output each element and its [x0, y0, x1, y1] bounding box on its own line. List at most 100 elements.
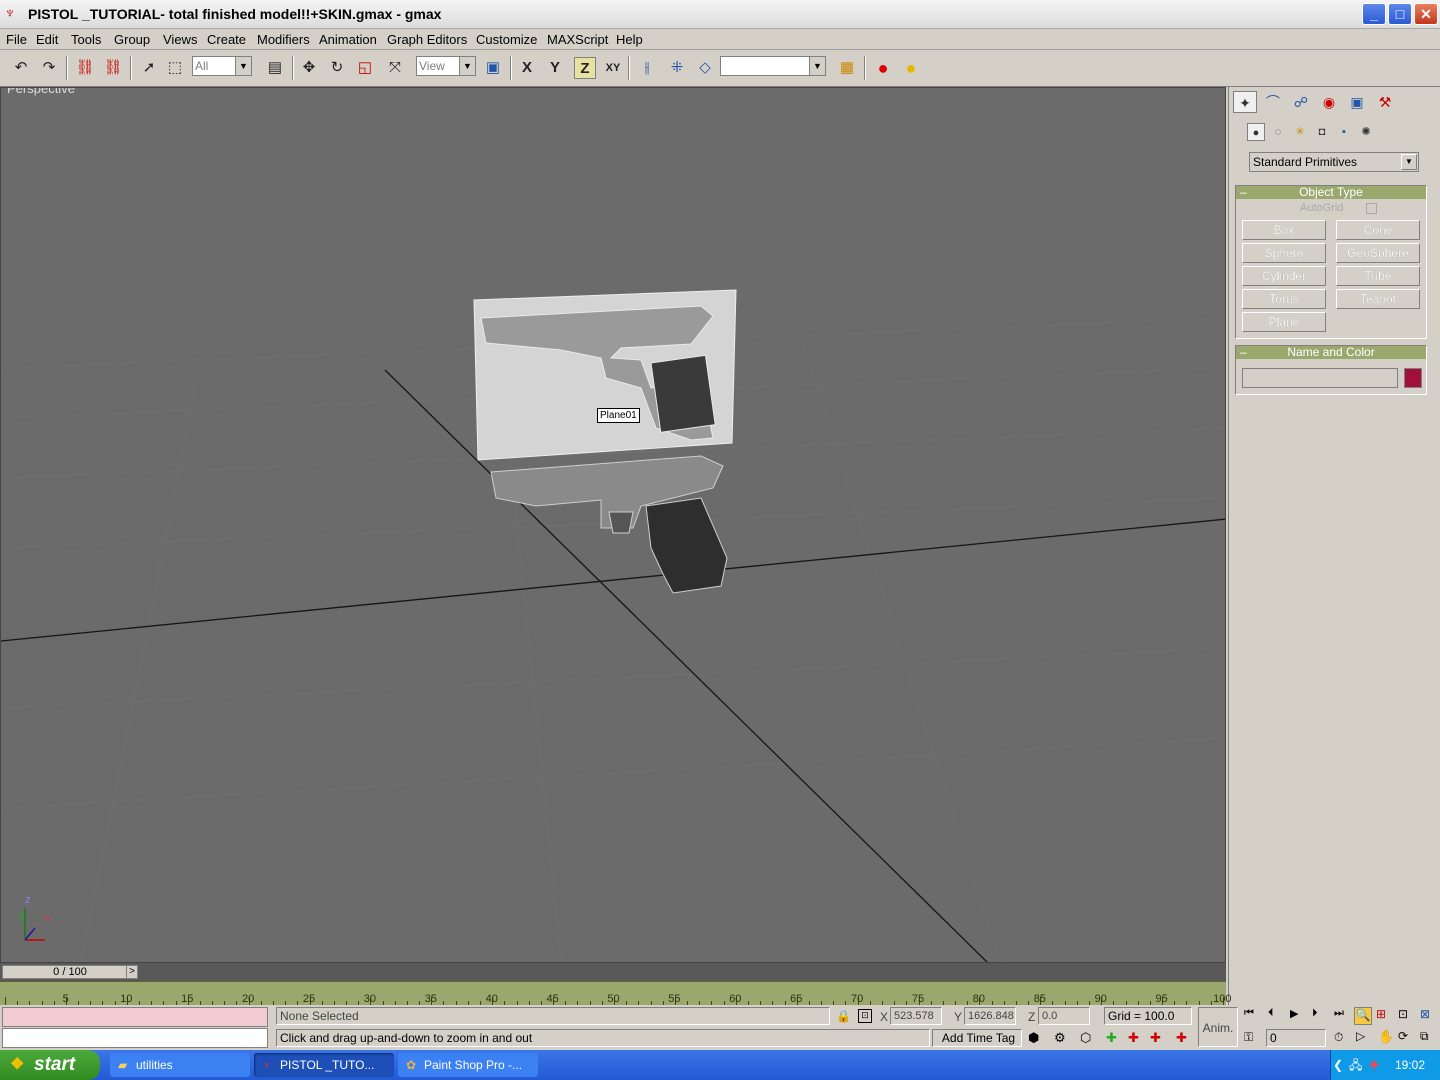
task-paint-shop-pro[interactable]: ✿ Paint Shop Pro -... — [398, 1053, 538, 1077]
menu-animation[interactable]: Animation — [319, 32, 377, 47]
go-to-start-icon[interactable]: ⏮ — [1244, 1007, 1254, 1020]
torus-button[interactable]: Torus — [1242, 289, 1326, 309]
menu-help[interactable]: Help — [616, 32, 643, 47]
mirror-snap-icon[interactable]: ✚ — [1150, 1030, 1161, 1046]
named-selection-dropdown[interactable]: ▼ — [720, 56, 826, 76]
clock[interactable]: 19:02 — [1395, 1050, 1425, 1080]
region-select-icon[interactable]: ⬚ — [164, 57, 186, 79]
autogrid-checkbox[interactable] — [1366, 203, 1377, 214]
time-config-icon[interactable]: ⏱ — [1334, 1030, 1343, 1045]
geosphere-button[interactable]: GeoSphere — [1336, 243, 1420, 263]
close-button[interactable]: ✕ — [1414, 3, 1438, 25]
object-name-field[interactable] — [1242, 368, 1398, 388]
unlink-icon[interactable]: ⛓ — [102, 57, 124, 79]
y-coordinate-field[interactable]: 1626.848 — [964, 1007, 1016, 1025]
plane-button[interactable]: Plane — [1242, 312, 1326, 332]
create-tab-icon[interactable]: ✦ — [1233, 91, 1257, 113]
hierarchy-tab-icon[interactable]: ☍ — [1289, 91, 1313, 113]
go-to-end-icon[interactable]: ⏭ — [1334, 1007, 1344, 1020]
time-slider-track[interactable]: < 0 / 100 > — [0, 963, 1226, 981]
material-editor-icon[interactable]: ● — [872, 57, 894, 79]
task-utilities[interactable]: ▰ utilities — [110, 1053, 250, 1077]
add-time-tag-button[interactable]: Add Time Tag — [932, 1029, 1022, 1047]
network-icon[interactable]: 🖧 — [1349, 1050, 1362, 1080]
zoom-extents-icon[interactable]: ⊡ — [1398, 1007, 1408, 1021]
sphere-button[interactable]: Sphere — [1242, 243, 1326, 263]
zoom-icon[interactable]: 🔍 — [1354, 1007, 1372, 1025]
prev-key-icon[interactable]: ⏴ — [1268, 1007, 1274, 1020]
security-icon[interactable]: ✚ — [1369, 1050, 1379, 1080]
undo-icon[interactable]: ↶ — [10, 57, 32, 79]
key-mode-icon[interactable]: ⚿ — [1244, 1030, 1253, 1045]
menu-maxscript[interactable]: MAXScript — [547, 32, 608, 47]
redo-icon[interactable]: ↷ — [38, 57, 60, 79]
mirror-icon[interactable]: ⫲ — [636, 57, 658, 79]
shapes-icon[interactable]: ◌ — [1269, 123, 1287, 141]
zoom-extents-all-icon[interactable]: ⊠ — [1420, 1007, 1430, 1021]
zoom-all-icon[interactable]: ⊞ — [1376, 1007, 1386, 1021]
z-coordinate-field[interactable]: 0.0 — [1038, 1007, 1090, 1025]
axis-y-button[interactable]: Y — [544, 57, 566, 79]
layer-manager-icon[interactable]: ▦ — [836, 57, 858, 79]
menu-file[interactable]: File — [6, 32, 27, 47]
select-object-icon[interactable]: ➚ — [138, 57, 160, 79]
primitive-category-dropdown[interactable]: Standard Primitives ▼ — [1249, 152, 1419, 172]
helpers-icon[interactable]: ▪ — [1335, 123, 1353, 141]
array-icon[interactable]: ⁜ — [666, 57, 688, 79]
cone-button[interactable]: Cone — [1336, 220, 1420, 240]
object-type-header[interactable]: – Object Type — [1236, 186, 1426, 199]
object-color-swatch[interactable] — [1404, 368, 1422, 388]
lights-icon[interactable]: ✳ — [1291, 123, 1309, 141]
maxscript-input-mini[interactable] — [2, 1028, 268, 1048]
lock-selection-icon[interactable]: 🔒 — [836, 1009, 851, 1023]
maximize-button[interactable]: □ — [1388, 3, 1412, 25]
next-key-icon[interactable]: ⏵ — [1312, 1007, 1318, 1020]
menu-modifiers[interactable]: Modifiers — [257, 32, 310, 47]
snap-3d-icon[interactable]: ⬢ — [1028, 1030, 1039, 1046]
menu-create[interactable]: Create — [207, 32, 246, 47]
select-and-link-icon[interactable]: ⛓ — [74, 57, 96, 79]
spacewarps-icon[interactable]: ✺ — [1357, 123, 1375, 141]
maxscript-listener-mini[interactable] — [2, 1007, 268, 1027]
scale-icon[interactable]: ◱ — [354, 57, 376, 79]
spinner-snap-icon[interactable]: ✚ — [1106, 1030, 1117, 1046]
teapot-button[interactable]: Teapot — [1336, 289, 1420, 309]
next-frame-icon[interactable]: > — [126, 965, 138, 979]
task-pistol-gmax[interactable]: ♆ PISTOL _TUTO... — [254, 1053, 394, 1077]
menu-group[interactable]: Group — [114, 32, 150, 47]
axis-z-button[interactable]: Z — [574, 57, 596, 79]
name-and-color-header[interactable]: – Name and Color — [1236, 346, 1426, 359]
axis-x-button[interactable]: X — [516, 57, 538, 79]
selection-filter-dropdown[interactable]: All ▼ — [192, 56, 252, 76]
menu-edit[interactable]: Edit — [36, 32, 58, 47]
box-button[interactable]: Box — [1242, 220, 1326, 240]
maximize-viewport-icon[interactable]: ⧉ — [1420, 1029, 1429, 1044]
menu-graph-editors[interactable]: Graph Editors — [387, 32, 467, 47]
angle-snap-icon[interactable]: ⚙ — [1054, 1030, 1066, 1046]
percent-snap-icon[interactable]: ⬡ — [1080, 1030, 1091, 1046]
absolute-mode-icon[interactable]: ⊡ — [858, 1009, 872, 1023]
anim-button[interactable]: Anim. — [1198, 1007, 1238, 1047]
cameras-icon[interactable]: ◘ — [1313, 123, 1331, 141]
menu-tools[interactable]: Tools — [71, 32, 101, 47]
align-icon[interactable]: ◇ — [694, 57, 716, 79]
tube-button[interactable]: Tube — [1336, 266, 1420, 286]
color-clipboard-icon[interactable]: ● — [900, 57, 922, 79]
transform-gizmo-icon[interactable]: ⤧ — [384, 57, 406, 79]
arc-rotate-icon[interactable]: ⟳ — [1398, 1029, 1408, 1043]
x-coordinate-field[interactable]: 523.578 — [890, 1007, 942, 1025]
perspective-viewport[interactable]: Perspective Plane01 z y x — [0, 87, 1226, 963]
axis-xy-button[interactable]: XY — [602, 57, 624, 79]
time-slider[interactable]: 0 / 100 — [2, 965, 138, 979]
move-icon[interactable]: ✥ — [298, 57, 320, 79]
start-button[interactable]: ❖ start — [0, 1050, 100, 1080]
minimize-button[interactable]: _ — [1362, 3, 1386, 25]
geometry-icon[interactable]: ● — [1247, 123, 1265, 141]
pivot-center-icon[interactable]: ▣ — [482, 57, 504, 79]
display-tab-icon[interactable]: ▣ — [1345, 91, 1369, 113]
edit-named-sel-icon[interactable]: ✚ — [1128, 1030, 1139, 1046]
select-by-name-icon[interactable]: ▤ — [264, 57, 286, 79]
track-bar[interactable]: 5 10 15 20 25 30 35 40 45 50 55 60 65 70 75 80 85 90 95 100 — [0, 981, 1231, 1005]
fov-icon[interactable]: ▷ — [1356, 1029, 1365, 1043]
current-frame-field[interactable]: 0 — [1266, 1029, 1326, 1047]
